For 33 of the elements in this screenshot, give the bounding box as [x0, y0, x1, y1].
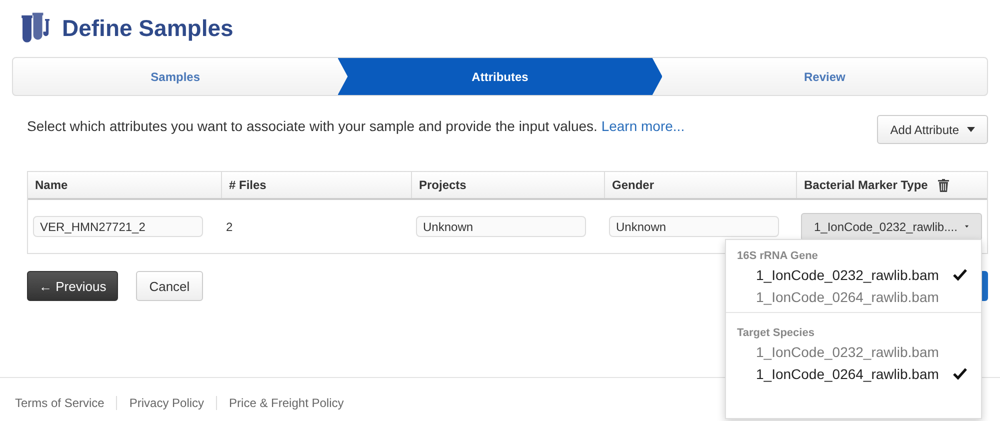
footer-link[interactable]: Price & Freight Policy — [229, 396, 344, 410]
menu-item[interactable]: 1_IonCode_0232_rawlib.bam — [726, 341, 981, 363]
column-header: Gender — [612, 178, 654, 192]
checkmark-icon — [953, 269, 967, 281]
wizard-step[interactable]: Attributes — [338, 58, 662, 95]
wizard-step[interactable]: Samples — [13, 58, 338, 95]
cancel-button[interactable]: Cancel — [136, 271, 203, 301]
group-label: Target Species — [736, 326, 816, 341]
column-header: # Files — [229, 178, 266, 192]
learn-more-link[interactable]: Learn more... — [601, 118, 685, 134]
add-attribute-button[interactable]: Add Attribute — [877, 115, 988, 144]
marker-type-dropdown[interactable]: 1_IonCode_0232_rawlib.... — [801, 212, 982, 240]
page-title: Define Samples — [62, 14, 234, 42]
menu-item[interactable]: 1_IonCode_0232_rawlib.bam — [726, 264, 981, 286]
trash-icon[interactable] — [938, 178, 949, 192]
caret-icon — [965, 224, 969, 229]
wizard-step[interactable]: Review — [662, 58, 987, 95]
gender-field[interactable]: Unknown — [609, 216, 779, 237]
name-field[interactable]: VER_HMN27721_2 — [33, 216, 203, 237]
projects-field[interactable]: Unknown — [416, 216, 586, 237]
footer-link[interactable]: Privacy Policy — [129, 396, 204, 410]
table-cell: 2 — [226, 220, 233, 234]
column-header: Projects — [419, 178, 466, 192]
column-header: Name — [35, 178, 68, 192]
group-label: 16S rRNA Gene — [736, 249, 819, 264]
menu-item[interactable]: 1_IonCode_0264_rawlib.bam — [726, 286, 981, 308]
footer-link[interactable]: Terms of Service — [15, 396, 104, 410]
menu-item[interactable]: 1_IonCode_0264_rawlib.bam — [726, 363, 981, 385]
column-header: Bacterial Marker Type — [804, 178, 928, 192]
caret-icon — [967, 127, 975, 132]
checkmark-icon — [953, 368, 967, 380]
previous-button[interactable]: ← Previous — [27, 271, 118, 301]
intro-text: Select which attributes you want to associate with your sample and provide the input values. Learn more... — [27, 118, 685, 134]
